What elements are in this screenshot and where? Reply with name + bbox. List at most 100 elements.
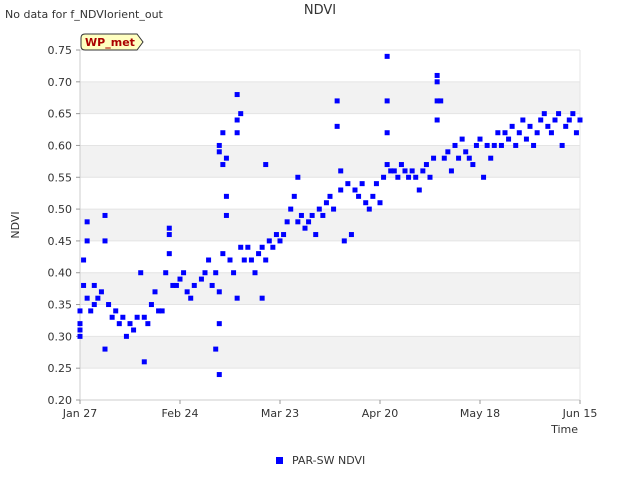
data-point: [148, 302, 154, 308]
y-tick-label: 0.30: [48, 330, 73, 343]
data-point: [423, 162, 429, 168]
data-point: [102, 212, 108, 218]
grid-band: [80, 145, 580, 178]
data-point: [334, 123, 340, 129]
data-point: [456, 155, 462, 161]
data-point: [566, 117, 572, 123]
data-point: [434, 117, 440, 123]
data-point: [545, 123, 551, 129]
data-point: [506, 136, 512, 142]
data-point: [413, 174, 419, 180]
data-point: [216, 149, 222, 155]
data-point: [416, 187, 422, 193]
data-point: [491, 142, 497, 148]
data-point: [248, 257, 254, 263]
data-point: [152, 289, 158, 295]
data-point: [81, 257, 87, 263]
data-point: [213, 270, 219, 276]
data-point: [520, 117, 526, 123]
data-point: [109, 314, 115, 320]
chart-title: NDVI: [304, 3, 336, 18]
data-point: [327, 193, 333, 199]
data-point: [84, 219, 90, 225]
data-point: [338, 168, 344, 174]
data-point: [559, 142, 565, 148]
data-point: [231, 270, 237, 276]
no-data-message: No data for f_NDVIorient_out: [5, 8, 164, 21]
y-tick-label: 0.45: [48, 235, 73, 248]
y-tick-label: 0.50: [48, 203, 73, 216]
data-point: [159, 308, 165, 314]
data-point: [116, 321, 122, 327]
data-point: [516, 130, 522, 136]
data-point: [213, 346, 219, 352]
data-point: [216, 289, 222, 295]
data-point: [473, 142, 479, 148]
data-point: [359, 181, 365, 187]
data-point: [77, 333, 83, 339]
data-point: [77, 327, 83, 333]
y-tick-label: 0.65: [48, 108, 73, 121]
data-point: [445, 149, 451, 155]
data-point: [556, 111, 562, 117]
data-point: [441, 155, 447, 161]
y-tick-label: 0.55: [48, 171, 73, 184]
data-point: [188, 295, 194, 301]
data-point: [102, 346, 108, 352]
data-point: [431, 155, 437, 161]
data-point: [234, 117, 240, 123]
data-point: [481, 174, 487, 180]
data-point: [381, 174, 387, 180]
data-point: [534, 130, 540, 136]
grid-band: [80, 209, 580, 241]
data-point: [463, 149, 469, 155]
data-point: [341, 238, 347, 244]
data-point: [306, 219, 312, 225]
data-point: [273, 232, 279, 238]
data-point: [531, 142, 537, 148]
data-point: [220, 162, 226, 168]
data-point: [220, 130, 226, 136]
data-point: [106, 302, 112, 308]
data-point: [295, 174, 301, 180]
data-point: [223, 212, 229, 218]
grid-band: [80, 272, 580, 305]
data-point: [570, 111, 576, 117]
legend-label: PAR-SW NDVI: [292, 454, 365, 467]
y-axis: 0.20 0.25 0.30 0.35 0.40 0.45 0.50 0.55 0.60 0.65…: [48, 44, 81, 407]
data-point: [266, 238, 272, 244]
data-point: [298, 212, 304, 218]
x-tick-label: Jan 27: [62, 407, 97, 420]
x-tick-label: Feb 24: [162, 407, 199, 420]
data-point: [88, 308, 94, 314]
data-point: [363, 200, 369, 206]
data-point: [123, 333, 129, 339]
data-point: [241, 257, 247, 263]
data-point: [138, 270, 144, 276]
data-point: [98, 289, 104, 295]
data-point: [513, 142, 519, 148]
grid-band: [80, 336, 580, 369]
data-point: [509, 123, 515, 129]
data-point: [384, 53, 390, 59]
y-tick-label: 0.70: [48, 76, 73, 89]
data-point: [95, 295, 101, 301]
data-point: [234, 92, 240, 98]
data-point: [91, 282, 97, 288]
data-point: [173, 282, 179, 288]
grid-bands: [80, 49, 580, 401]
data-point: [166, 225, 172, 231]
data-point: [495, 130, 501, 136]
data-point: [206, 257, 212, 263]
data-point: [216, 321, 222, 327]
data-point: [406, 174, 412, 180]
y-tick-label: 0.35: [48, 299, 73, 312]
data-point: [331, 206, 337, 212]
y-axis-label: NDVI: [9, 211, 22, 238]
data-point: [484, 142, 490, 148]
data-point: [563, 123, 569, 129]
data-point: [84, 295, 90, 301]
data-point: [338, 187, 344, 193]
data-point: [227, 257, 233, 263]
data-point: [295, 219, 301, 225]
